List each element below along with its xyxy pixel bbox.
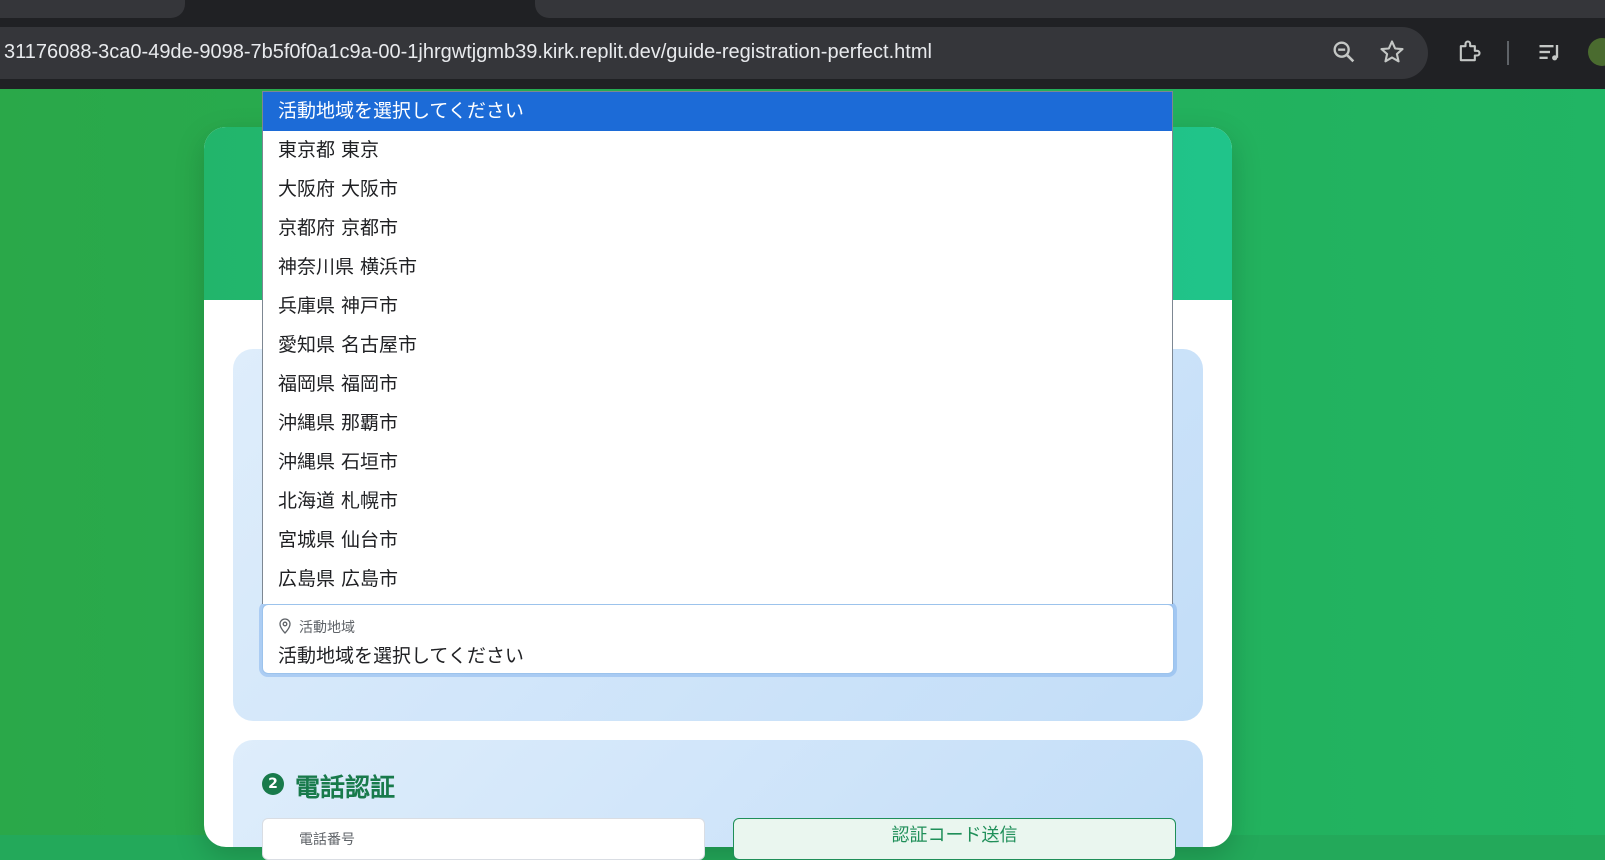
region-option[interactable]: 愛知県 名古屋市 — [263, 326, 1172, 365]
browser-tab[interactable] — [0, 0, 185, 18]
browser-tab-active[interactable] — [535, 0, 1605, 18]
region-option[interactable]: 宮城県 仙台市 — [263, 521, 1172, 560]
send-code-button[interactable]: 認証コード送信 — [733, 818, 1176, 860]
section-title: 電話認証 — [295, 773, 396, 802]
region-option[interactable]: 大阪府 大阪市 — [263, 170, 1172, 209]
region-option[interactable]: 広島県 広島市 — [263, 560, 1172, 599]
step-number-badge: 2 — [262, 773, 284, 795]
tab-strip — [0, 0, 1605, 18]
region-option[interactable]: 福岡県 福岡市 — [263, 365, 1172, 404]
region-option[interactable]: 活動地域を選択してください — [263, 92, 1172, 131]
phone-label: 電話番号 — [299, 832, 355, 848]
location-pin-icon — [279, 618, 291, 634]
region-option[interactable]: 兵庫県 神戸市 — [263, 287, 1172, 326]
region-option[interactable]: 神奈川県 横浜市 — [263, 248, 1172, 287]
star-icon[interactable] — [1378, 38, 1406, 66]
reading-list-icon[interactable] — [1536, 38, 1564, 66]
region-option[interactable]: 北海道 札幌市 — [263, 482, 1172, 521]
region-value[interactable]: 活動地域を選択してください — [278, 641, 524, 668]
address-bar[interactable]: 31176088-3ca0-49de-9098-7b5f0f0a1c9a-00-… — [0, 27, 1428, 79]
region-select[interactable]: 活動地域 活動地域を選択してください — [262, 604, 1174, 674]
phone-number-input[interactable]: 電話番号 — [262, 818, 705, 860]
zoom-icon[interactable] — [1330, 38, 1358, 66]
region-option[interactable]: 京都府 京都市 — [263, 209, 1172, 248]
region-option[interactable]: 東京都 東京 — [263, 131, 1172, 170]
toolbar-separator — [1507, 41, 1509, 65]
region-label: 活動地域 — [299, 620, 355, 636]
url-text[interactable]: 31176088-3ca0-49de-9098-7b5f0f0a1c9a-00-… — [4, 41, 932, 64]
region-option[interactable]: 沖縄県 石垣市 — [263, 443, 1172, 482]
extensions-icon[interactable] — [1455, 38, 1483, 66]
region-option[interactable]: 沖縄県 那覇市 — [263, 404, 1172, 443]
region-dropdown-list: 活動地域を選択してください 東京都 東京 大阪府 大阪市 京都府 京都市 神奈川… — [262, 91, 1173, 604]
